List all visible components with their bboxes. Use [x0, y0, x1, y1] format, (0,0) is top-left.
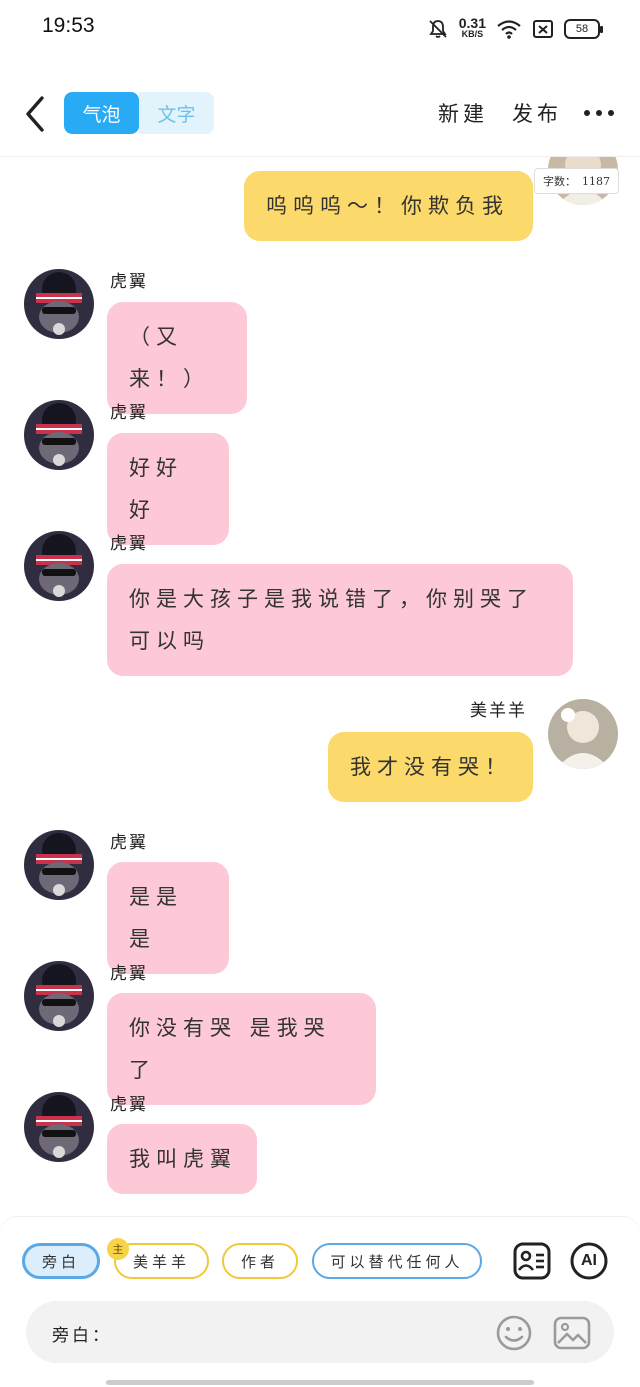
chevron-left-icon: [26, 96, 44, 132]
status-time: 19:53: [42, 14, 95, 37]
avatar-huyi[interactable]: [24, 830, 94, 900]
role-chip-anyone[interactable]: 可以替代任何人: [312, 1243, 482, 1279]
ai-button[interactable]: AI: [569, 1241, 609, 1281]
home-indicator[interactable]: [106, 1380, 534, 1385]
word-count-value: 1187: [582, 174, 610, 188]
tab-bubble[interactable]: 气泡: [64, 92, 139, 134]
composer-panel: 旁白 美羊羊 主 作者 可以替代任何人 AI 旁白：: [0, 1216, 640, 1387]
ai-label: AI: [581, 1252, 597, 1269]
message-bubble[interactable]: 我叫虎翼: [107, 1124, 257, 1194]
wifi-icon: [497, 20, 521, 39]
image-button[interactable]: [552, 1313, 592, 1353]
network-speed: 0.31 KB/S: [458, 15, 486, 40]
message-bubble[interactable]: 你没有哭 是我哭了: [107, 993, 376, 1105]
publish-button[interactable]: 发布: [512, 98, 562, 128]
back-button[interactable]: [18, 92, 54, 136]
sender-name: 虎翼: [110, 403, 148, 423]
avatar-meiyangyang[interactable]: [548, 699, 618, 769]
sender-name: 虎翼: [110, 833, 148, 853]
word-count-badge: 字数： 1187: [534, 168, 619, 194]
avatar-huyi[interactable]: [24, 1092, 94, 1162]
new-button[interactable]: 新建: [438, 98, 488, 128]
status-icons: 0.31 KB/S 58: [427, 14, 603, 44]
message-line: 可以吗: [129, 629, 210, 653]
chat-area[interactable]: 字数： 1187 呜呜呜～！你欺负我 虎翼 （又来！） 虎翼 好好好 虎翼 你是…: [0, 157, 640, 1215]
avatar-huyi[interactable]: [24, 269, 94, 339]
speed-unit: KB/S: [461, 29, 484, 39]
message-bubble[interactable]: 你是大孩子是我说错了，你别哭了 可以吗: [107, 564, 573, 676]
emoji-icon: [496, 1315, 532, 1351]
contact-card-icon: [513, 1242, 551, 1280]
status-bar: 19:53 0.31 KB/S 58: [0, 0, 640, 56]
image-icon: [553, 1316, 591, 1350]
top-bar: 气泡 文字 新建 发布: [0, 80, 640, 150]
message-bubble[interactable]: 我才没有哭！: [328, 732, 533, 802]
avatar-huyi[interactable]: [24, 531, 94, 601]
sender-name: 美羊羊: [470, 701, 527, 721]
contact-card-button[interactable]: [512, 1241, 552, 1281]
message-bubble[interactable]: 呜呜呜～！你欺负我: [244, 171, 533, 241]
bell-muted-icon: [429, 20, 447, 38]
mode-switch: 气泡 文字: [64, 92, 214, 134]
emoji-button[interactable]: [494, 1313, 534, 1353]
message-bubble[interactable]: 是是是: [107, 862, 229, 974]
sender-name: 虎翼: [110, 534, 148, 554]
sim-disabled-icon: [533, 20, 553, 38]
role-chip-author[interactable]: 作者: [222, 1243, 298, 1279]
tab-text[interactable]: 文字: [139, 92, 214, 134]
narration-input[interactable]: 旁白：: [26, 1301, 614, 1363]
sender-name: 虎翼: [110, 1095, 148, 1115]
main-role-badge: 主: [107, 1238, 129, 1260]
battery-indicator: 58: [564, 19, 603, 39]
avatar-huyi[interactable]: [24, 400, 94, 470]
sender-name: 虎翼: [110, 272, 148, 292]
more-dots-icon[interactable]: [584, 110, 614, 116]
word-count-label: 字数：: [543, 175, 576, 188]
speed-value: 0.31: [458, 15, 486, 31]
role-chip-narration[interactable]: 旁白: [22, 1243, 100, 1279]
message-line: 你是大孩子是我说错了，你别哭了: [129, 587, 534, 611]
sender-name: 虎翼: [110, 964, 148, 984]
input-label: 旁白：: [52, 1326, 112, 1346]
avatar-huyi[interactable]: [24, 961, 94, 1031]
